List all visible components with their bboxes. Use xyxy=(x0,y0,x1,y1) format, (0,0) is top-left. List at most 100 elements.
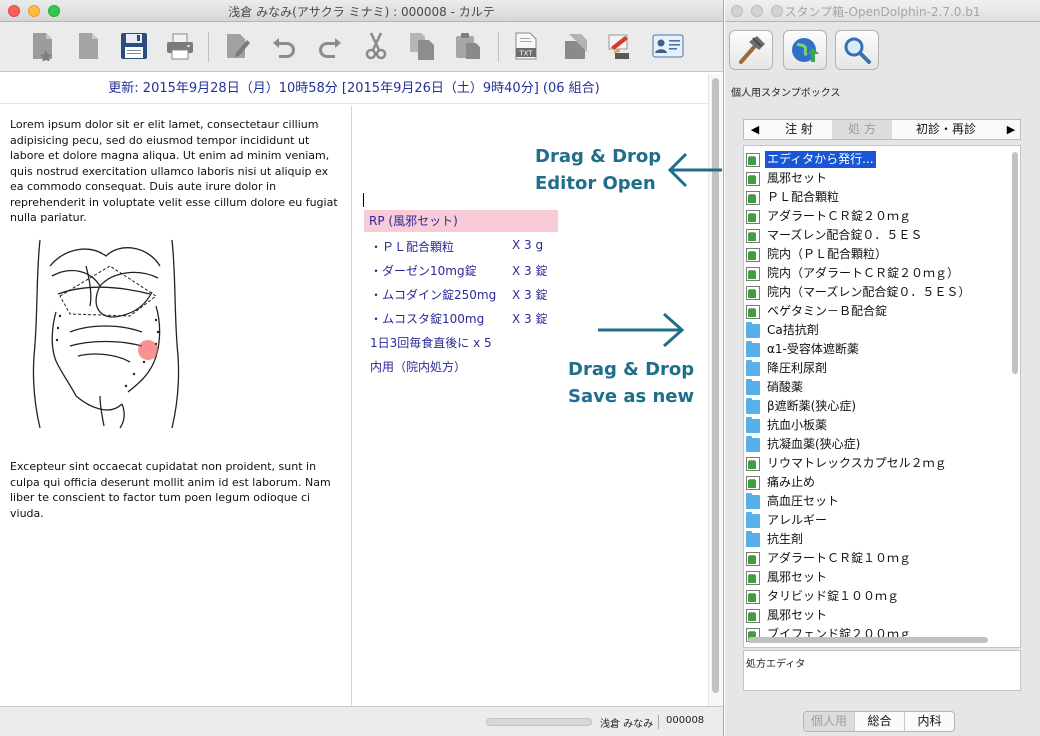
patient-card-icon[interactable] xyxy=(652,30,684,62)
rp-item: ・ダーゼン10mg錠 xyxy=(370,262,477,279)
folder-icon xyxy=(746,492,760,509)
tree-vertical-scrollbar[interactable] xyxy=(1012,152,1018,374)
arrow-right-icon xyxy=(598,312,685,348)
tree-folder-item[interactable]: Ca拮抗剤 xyxy=(746,321,821,340)
tree-folder-item[interactable]: 抗生剤 xyxy=(746,530,805,549)
stamp-tree[interactable]: エディタから発行... 風邪セット ＰＬ配合顆粒 アダラートＣＲ錠２０ｍｇ マーズレン配… xyxy=(743,145,1021,648)
stamp-document-icon xyxy=(746,152,760,167)
txt-icon[interactable]: TXT xyxy=(510,30,542,62)
tree-item-label: 硝酸薬 xyxy=(767,380,804,394)
tree-stamp-item[interactable]: ベゲタミン－Ｂ配合錠 xyxy=(746,302,889,321)
copy-icon[interactable] xyxy=(406,30,438,62)
redo-icon[interactable] xyxy=(314,30,346,62)
tab-general[interactable]: 総合 xyxy=(854,712,904,731)
tree-item-label: アダラートＣＲ錠１０ｍｇ xyxy=(767,551,912,565)
tree-item-label: 風邪セット xyxy=(767,570,828,584)
status-patient-name: 浅倉 みなみ xyxy=(600,719,654,730)
rp-item-qty: X 3 錠 xyxy=(512,312,548,326)
tab-internal-medicine[interactable]: 内科 xyxy=(904,712,954,731)
folder-icon xyxy=(746,511,760,528)
tree-stamp-item[interactable]: アダラートＣＲ錠２０ｍｇ xyxy=(746,207,913,226)
stamp-document-icon xyxy=(746,209,760,224)
tree-folder-item[interactable]: 高血圧セット xyxy=(746,492,841,511)
abdomen-schema-image[interactable] xyxy=(30,236,180,430)
tree-item-label: 降圧利尿剤 xyxy=(767,361,828,375)
annotation-line: Editor Open xyxy=(535,173,656,194)
globe-upload-icon[interactable] xyxy=(783,30,827,70)
rp-item-name: ・ムコダイン錠250mg xyxy=(370,288,497,302)
tree-stamp-item[interactable]: ＰＬ配合顆粒 xyxy=(746,188,841,207)
print-icon[interactable] xyxy=(164,30,196,62)
tree-item-label: ＰＬ配合顆粒 xyxy=(767,190,840,204)
tree-stamp-item[interactable]: タリビッド錠１００ｍｇ xyxy=(746,587,901,606)
tree-stamp-item[interactable]: アダラートＣＲ錠１０ｍｇ xyxy=(746,549,913,568)
tree-stamp-item[interactable]: リウマトレックスカプセル２ｍｇ xyxy=(746,454,949,473)
tree-horizontal-scrollbar[interactable] xyxy=(748,637,988,643)
tree-item-label: タリビッド錠１００ｍｇ xyxy=(767,589,900,603)
rp-stamp-header[interactable]: RP (風邪セット) xyxy=(364,210,558,232)
tree-folder-item[interactable]: β遮断薬(狭心症) xyxy=(746,397,858,416)
stamp-document-icon xyxy=(746,551,760,566)
tree-item-label: リウマトレックスカプセル２ｍｇ xyxy=(767,456,947,470)
magnifier-icon[interactable] xyxy=(835,30,879,70)
annotation-line: Drag & Drop xyxy=(535,146,662,167)
tree-folder-item[interactable]: 硝酸薬 xyxy=(746,378,805,397)
save-icon[interactable] xyxy=(118,30,150,62)
cut-icon[interactable] xyxy=(360,30,392,62)
folder-icon xyxy=(746,378,760,395)
hammer-icon[interactable] xyxy=(729,30,773,70)
karte-window: 浅倉 みなみ(アサクラ ミナミ) : 000008 - カルテ TXT 更新: … xyxy=(0,0,724,736)
tree-stamp-item[interactable]: 院内（マーズレン配合錠０．５ＥＳ） xyxy=(746,283,972,302)
tree-stamp-item[interactable]: 風邪セット xyxy=(746,568,829,587)
tab-prescription[interactable]: 処 方 xyxy=(832,120,892,139)
tree-folder-item[interactable]: 抗血小板薬 xyxy=(746,416,829,435)
rp-item-name: ・ＰＬ配合顆粒 xyxy=(370,240,455,254)
stamp-document-icon xyxy=(746,171,760,186)
tree-folder-item[interactable]: 抗凝血薬(狭心症) xyxy=(746,435,862,454)
undo-icon[interactable] xyxy=(268,30,300,62)
tree-stamp-item[interactable]: マーズレン配合錠０．５ＥＳ xyxy=(746,226,924,245)
blank-document-icon[interactable] xyxy=(72,30,104,62)
stamp-document-icon xyxy=(746,570,760,585)
tab-scroll-right-icon[interactable]: ▶ xyxy=(1000,120,1022,139)
rp-item-name: ・ムコスタ錠100mg xyxy=(370,312,485,326)
soa-text-paragraph[interactable]: Lorem ipsum dolor sit er elit lamet, con… xyxy=(10,117,342,226)
editor-label: 処方エディタ xyxy=(746,659,806,670)
stamp-document-icon xyxy=(746,608,760,623)
tree-item-label: マーズレン配合錠０．５ＥＳ xyxy=(767,228,923,242)
tab-scroll-left-icon[interactable]: ◀ xyxy=(744,120,766,139)
toolbar-separator xyxy=(498,32,499,62)
schema-icon[interactable] xyxy=(604,30,636,62)
tree-stamp-item[interactable]: 痛み止め xyxy=(746,473,817,492)
tree-stamp-item[interactable]: 風邪セット xyxy=(746,606,829,625)
rp-item-qty: X 3 錠 xyxy=(512,288,548,302)
tree-folder-item[interactable]: アレルギー xyxy=(746,511,829,530)
tab-injection[interactable]: 注 射 xyxy=(766,120,832,139)
tree-item-label: 風邪セット xyxy=(767,608,828,622)
tree-stamp-item[interactable]: 院内（アダラートＣＲ錠２０ｍｇ） xyxy=(746,264,961,283)
tree-folder-item[interactable]: 降圧利尿剤 xyxy=(746,359,829,378)
tree-item-label: エディタから発行... xyxy=(765,151,876,168)
tree-stamp-item[interactable]: エディタから発行... xyxy=(746,150,876,169)
rp-item-qty: X 3 g xyxy=(512,238,544,252)
stamp-document-icon xyxy=(746,266,760,281)
tree-stamp-item[interactable]: 院内（ＰＬ配合顆粒） xyxy=(746,245,889,264)
rp-admin: 内用（院内処方） xyxy=(370,360,467,374)
annotation-save-new: Drag & Drop Save as new xyxy=(568,356,694,410)
soa-text-paragraph[interactable]: Excepteur sint occaecat cupidatat non pr… xyxy=(10,459,342,521)
stamp-document-icon xyxy=(746,228,760,243)
tab-consultation[interactable]: 初診・再診 xyxy=(892,120,1000,139)
arrow-left-icon xyxy=(667,152,722,188)
stamp-toolbar xyxy=(725,22,1040,78)
tree-stamp-item[interactable]: 風邪セット xyxy=(746,169,829,188)
stamp-box-window: スタンプ箱-OpenDolphin-2.7.0.b1 個人用スタンプボックス ◀… xyxy=(725,0,1040,736)
stamp-document-icon xyxy=(746,456,760,471)
tree-item-label: 痛み止め xyxy=(767,475,816,489)
tree-folder-item[interactable]: α1-受容体遮断薬 xyxy=(746,340,861,359)
stamp-icon[interactable] xyxy=(558,30,590,62)
new-document-icon[interactable] xyxy=(26,30,58,62)
tab-personal[interactable]: 個人用 xyxy=(804,712,854,731)
rp-item: ・ムコダイン錠250mg xyxy=(370,286,496,303)
paste-icon[interactable] xyxy=(452,30,484,62)
edit-icon[interactable] xyxy=(222,30,254,62)
